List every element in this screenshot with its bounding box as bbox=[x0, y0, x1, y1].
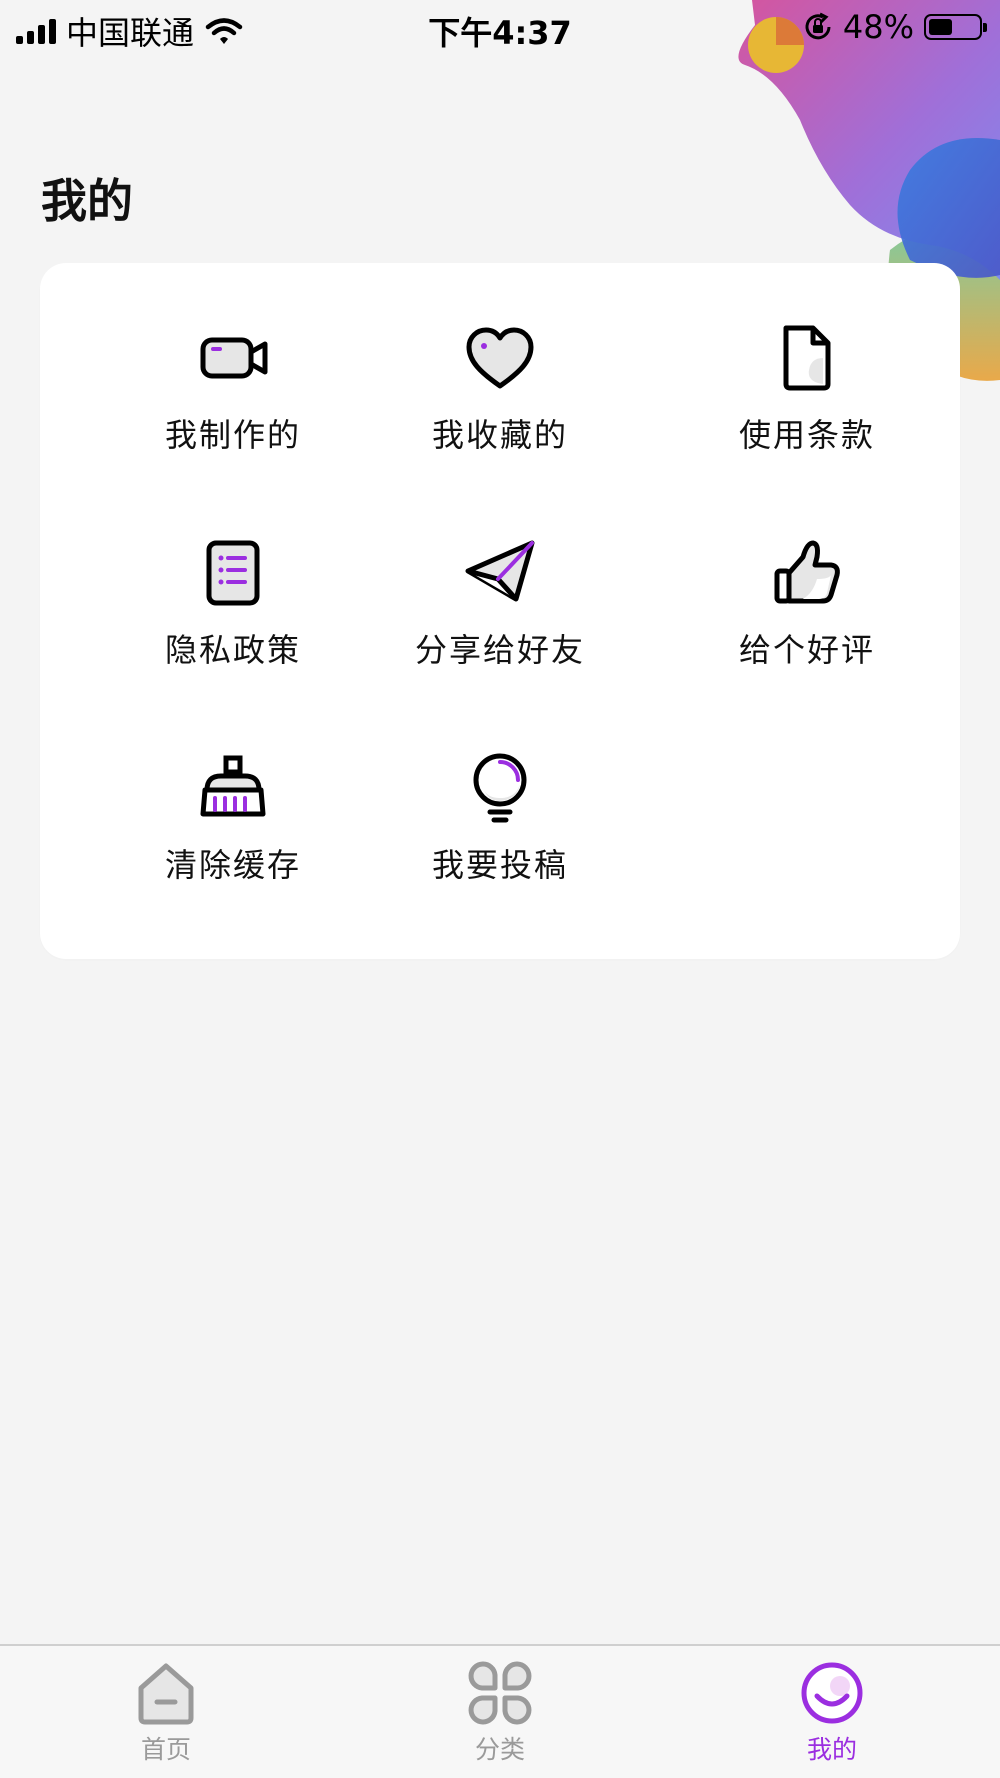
status-right-group: 48% bbox=[803, 8, 987, 46]
menu-item-label: 隐私政策 bbox=[164, 631, 301, 669]
bottom-tab-bar: 首页 分类 我的 bbox=[0, 1644, 1000, 1778]
menu-card: 我制作的 我收藏的 使用条款 隐私政策 分享给好友 给个好评 清除缓存 我要投稿 bbox=[40, 263, 960, 959]
list-document-icon bbox=[206, 540, 260, 606]
document-icon bbox=[783, 325, 831, 391]
menu-item-give-rating[interactable]: 给个好评 bbox=[687, 533, 927, 703]
tab-mine[interactable]: 我的 bbox=[732, 1658, 932, 1766]
menu-item-label: 清除缓存 bbox=[164, 846, 301, 884]
menu-item-my-favorites[interactable]: 我收藏的 bbox=[380, 318, 620, 488]
home-icon bbox=[138, 1663, 194, 1725]
status-bar: 中国联通 下午4:37 48% bbox=[0, 0, 1000, 56]
page-title: 我的 bbox=[41, 174, 133, 228]
menu-item-privacy-policy[interactable]: 隐私政策 bbox=[113, 533, 353, 703]
menu-item-label: 我收藏的 bbox=[431, 416, 568, 454]
orientation-lock-icon bbox=[805, 12, 831, 40]
menu-item-label: 给个好评 bbox=[738, 631, 875, 669]
menu-item-share-with-friends[interactable]: 分享给好友 bbox=[380, 533, 620, 703]
battery-level-fill bbox=[929, 19, 953, 35]
menu-item-clear-cache[interactable]: 清除缓存 bbox=[113, 748, 353, 918]
menu-item-label: 使用条款 bbox=[738, 416, 875, 454]
tab-home[interactable]: 首页 bbox=[66, 1658, 266, 1766]
tab-label: 首页 bbox=[140, 1735, 191, 1764]
menu-item-terms-of-use[interactable]: 使用条款 bbox=[687, 318, 927, 488]
broom-icon bbox=[200, 755, 266, 817]
menu-item-label: 分享给好友 bbox=[414, 631, 585, 669]
menu-item-my-creations[interactable]: 我制作的 bbox=[113, 318, 353, 488]
profile-smile-icon bbox=[801, 1662, 863, 1724]
tab-category[interactable]: 分类 bbox=[400, 1658, 600, 1766]
heart-icon bbox=[466, 327, 534, 389]
tab-label: 我的 bbox=[806, 1735, 857, 1764]
video-camera-icon bbox=[200, 337, 268, 379]
thumbs-up-icon bbox=[774, 540, 840, 604]
tab-label: 分类 bbox=[474, 1735, 525, 1764]
menu-item-submit-contribution[interactable]: 我要投稿 bbox=[380, 748, 620, 918]
battery-icon bbox=[924, 14, 987, 40]
paper-plane-icon bbox=[465, 540, 535, 602]
category-grid-icon bbox=[468, 1661, 532, 1725]
light-bulb-icon bbox=[473, 753, 527, 823]
battery-percentage: 48% bbox=[842, 8, 914, 46]
menu-item-label: 我要投稿 bbox=[431, 846, 568, 884]
menu-item-label: 我制作的 bbox=[164, 416, 301, 454]
